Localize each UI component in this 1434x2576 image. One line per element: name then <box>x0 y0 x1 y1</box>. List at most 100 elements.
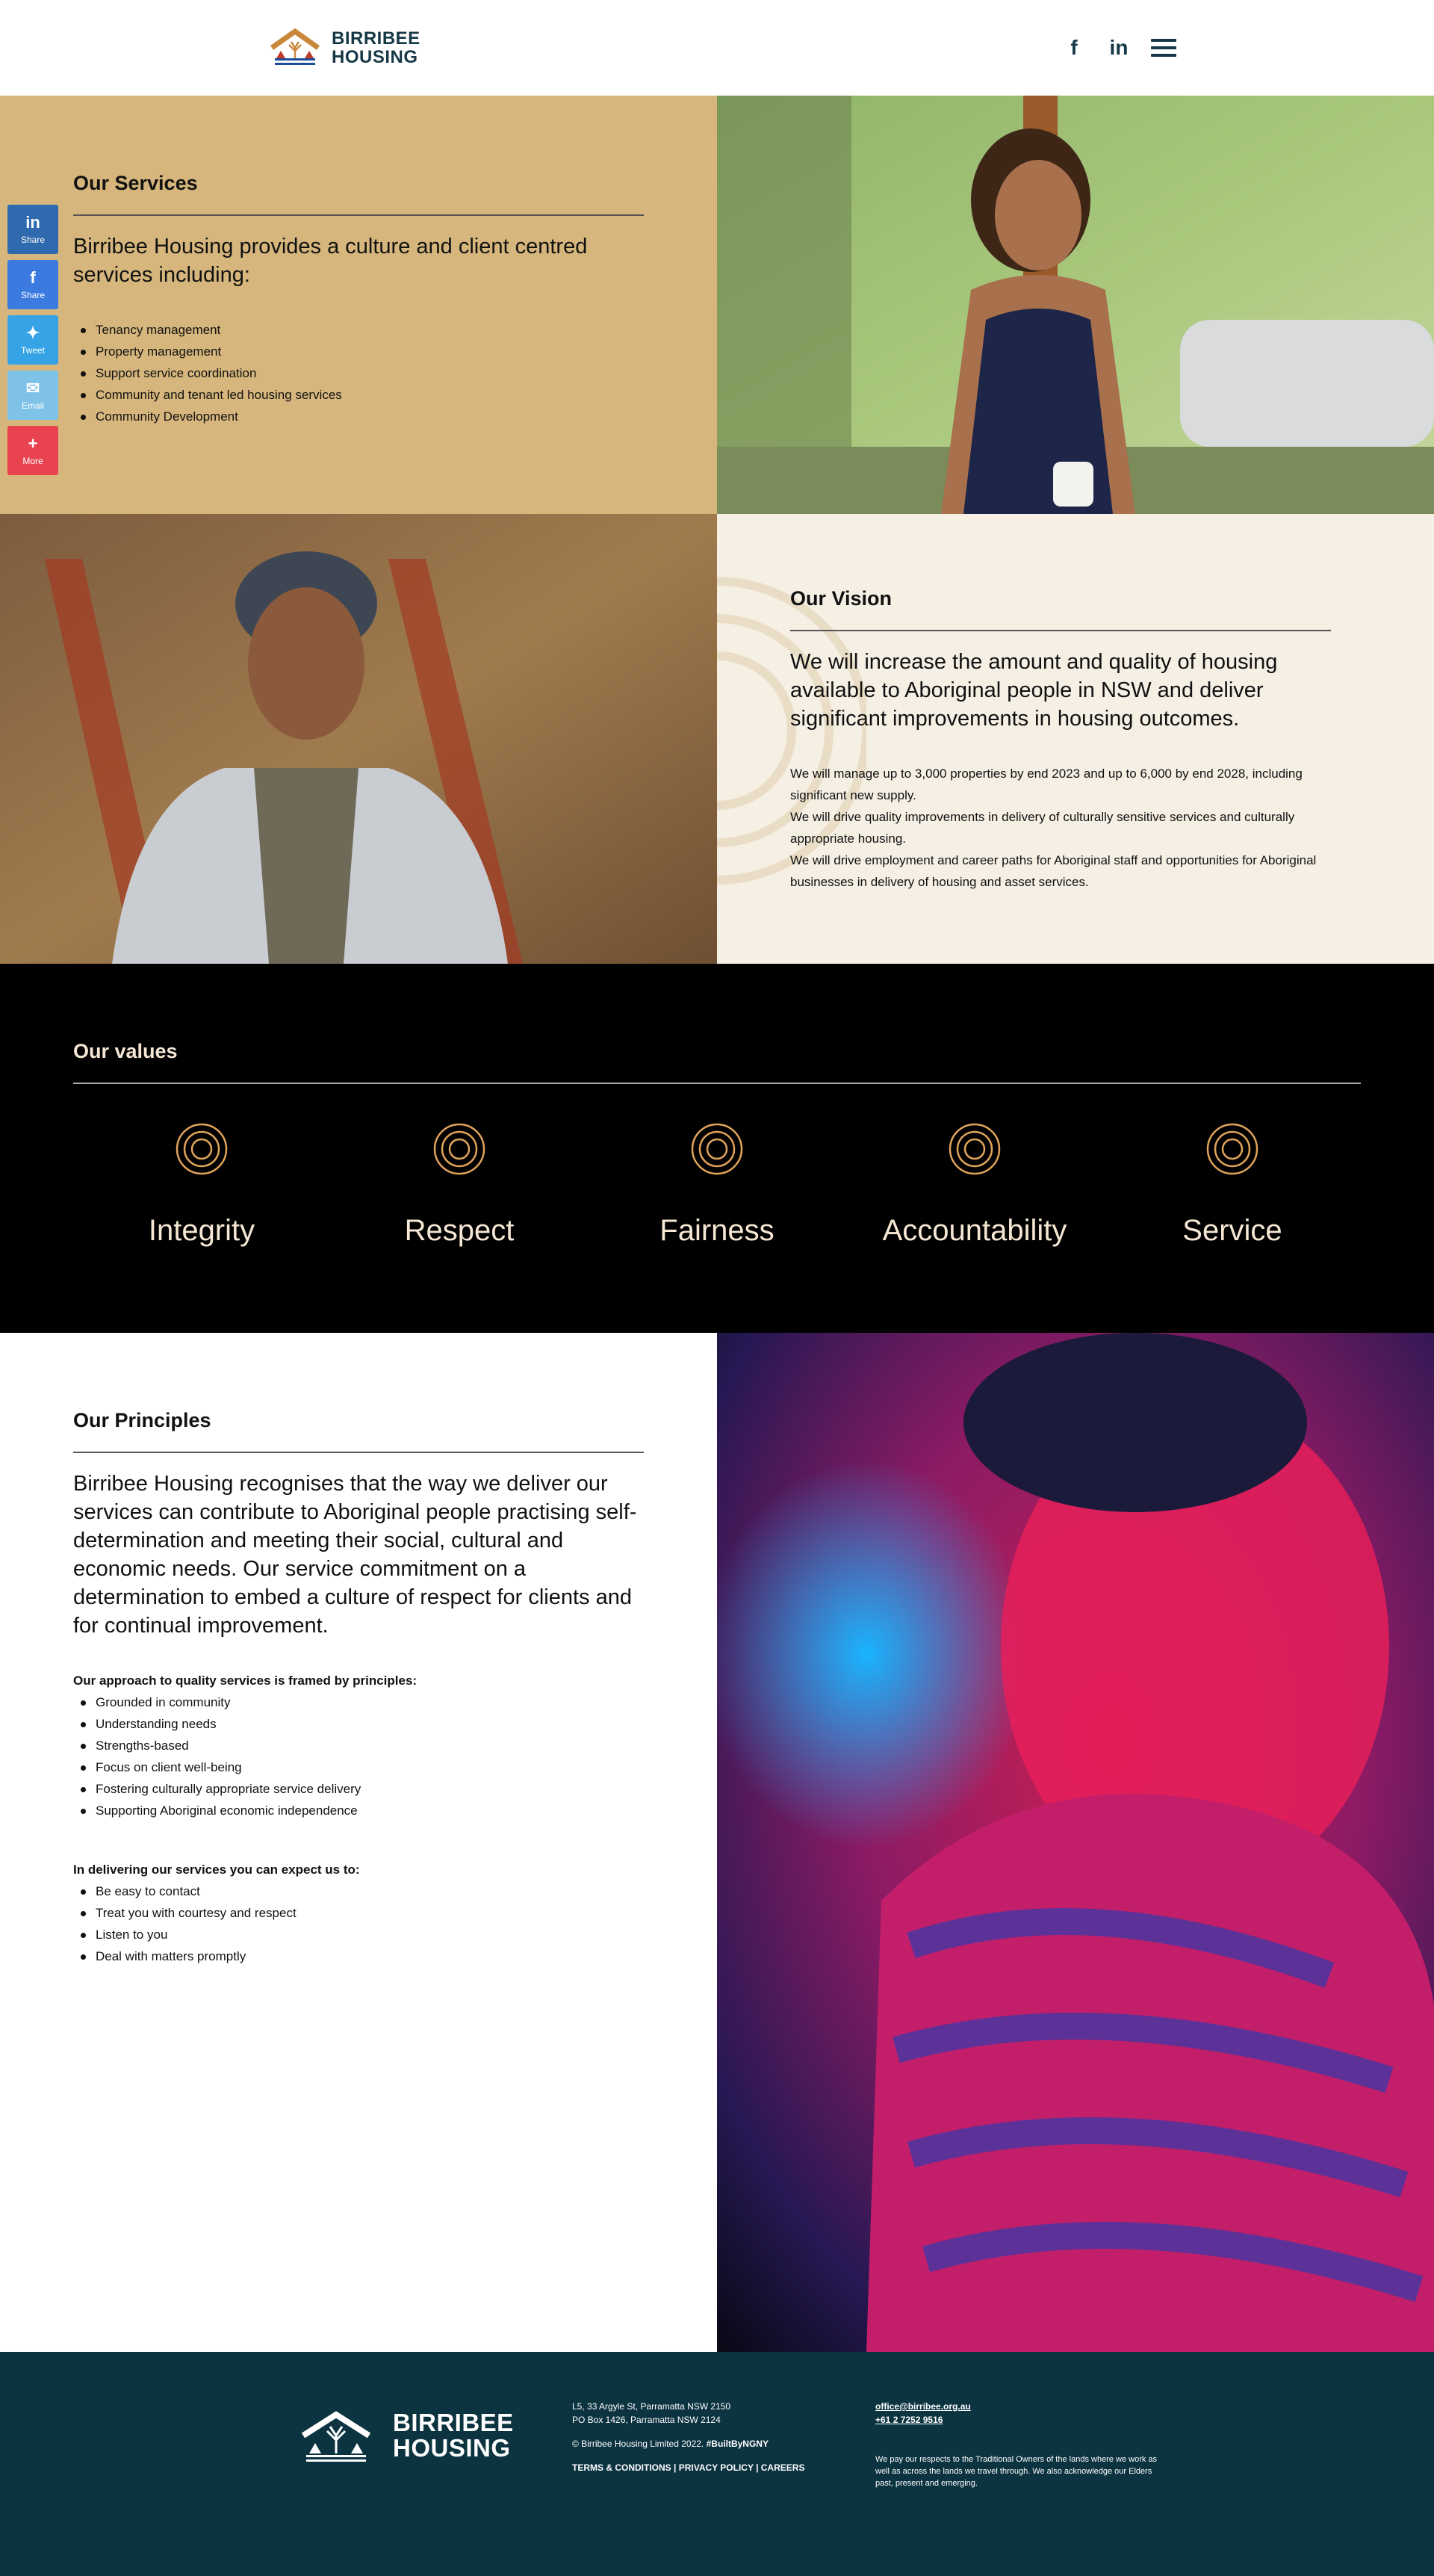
value-accountability: Accountability <box>846 1122 1103 1248</box>
value-fairness: Fairness <box>589 1122 845 1248</box>
concentric-circles-icon <box>176 1123 228 1175</box>
linkedin-share-button[interactable]: in Share <box>7 205 58 254</box>
principles-text-panel: Our Principles Birribee Housing recognis… <box>0 1333 717 2352</box>
expect-list: Be easy to contact Treat you with courte… <box>73 1880 644 1967</box>
list-item: Tenancy management <box>73 319 644 341</box>
facebook-glyph: f <box>1070 36 1078 59</box>
value-label: Integrity <box>148 1214 255 1247</box>
approach-heading: Our approach to quality services is fram… <box>73 1674 418 1688</box>
list-item: Supporting Aboriginal economic independe… <box>73 1800 644 1821</box>
footer-address-line-1: L5, 33 Argyle St, Parramatta NSW 2150 <box>572 2401 731 2412</box>
twitter-share-button[interactable]: ✦ Tweet <box>7 315 58 365</box>
list-item: Treat you with courtesy and respect <box>73 1902 644 1924</box>
footer-address-column: L5, 33 Argyle St, Parramatta NSW 2150 PO… <box>572 2400 804 2474</box>
services-lead: Birribee Housing provides a culture and … <box>73 235 588 287</box>
share-label: Share <box>20 290 46 300</box>
header-icons: f in <box>1046 33 1180 63</box>
values-section: Our values Integrity Respect Fairness Ac… <box>0 964 1434 1333</box>
value-label: Service <box>1182 1214 1282 1247</box>
value-label: Accountability <box>882 1214 1067 1247</box>
site-footer: BIRRIBEE HOUSING L5, 33 Argyle St, Parra… <box>0 2352 1434 2576</box>
footer-links: TERMS & CONDITIONS | PRIVACY POLICY | CA… <box>572 2462 805 2473</box>
email-share-button[interactable]: ✉ Email <box>7 371 58 420</box>
list-item: Strengths-based <box>73 1735 644 1756</box>
footer-copyright-line: © Birribee Housing Limited 2022. #BuiltB… <box>572 2437 804 2450</box>
list-item: Community Development <box>73 406 644 427</box>
site-header: BIRRIBEE HOUSING f in <box>0 0 1434 96</box>
linkedin-glyph: in <box>1109 36 1129 59</box>
terms-link[interactable]: TERMS & CONDITIONS <box>572 2462 671 2473</box>
list-item: Community and tenant led housing service… <box>73 384 644 406</box>
list-item: Focus on client well-being <box>73 1756 644 1778</box>
footer-brand-line-2: HOUSING <box>393 2434 511 2462</box>
share-label: Email <box>21 400 44 411</box>
facebook-icon: f <box>30 268 36 287</box>
plus-icon: + <box>28 434 38 453</box>
concentric-circles-icon <box>691 1123 743 1175</box>
footer-phone-link[interactable]: +61 2 7252 9516 <box>875 2413 1159 2427</box>
logo-mark-icon <box>270 28 320 65</box>
vision-title: Our Vision <box>790 587 1331 631</box>
footer-acknowledgement: We pay our respects to the Traditional O… <box>875 2455 1158 2488</box>
vision-text-panel: Our Vision We will increase the amount a… <box>717 514 1434 964</box>
expect-heading: In delivering our services you can expec… <box>73 1863 360 1877</box>
linkedin-icon[interactable]: in <box>1102 33 1135 63</box>
footer-contact-column: office@birribee.org.au +61 2 7252 9516 W… <box>875 2400 1159 2489</box>
woman-photo-image <box>717 96 1434 514</box>
value-service: Service <box>1104 1122 1361 1248</box>
man-photo-image <box>0 514 717 964</box>
concentric-circles-icon <box>1206 1123 1258 1175</box>
linkedin-icon: in <box>25 213 40 232</box>
value-respect: Respect <box>331 1122 588 1248</box>
services-list: Tenancy management Property management S… <box>73 319 644 427</box>
vision-detail-2: We will drive quality improvements in de… <box>790 810 1295 846</box>
logo-text: BIRRIBEE HOUSING <box>332 29 420 66</box>
value-integrity: Integrity <box>73 1122 330 1248</box>
services-photo-woman <box>717 96 1434 514</box>
principles-title: Our Principles <box>73 1409 644 1453</box>
privacy-link[interactable]: PRIVACY POLICY <box>679 2462 754 2473</box>
facebook-icon[interactable]: f <box>1058 33 1090 63</box>
share-label: Share <box>20 235 46 245</box>
social-share-bar: in Share f Share ✦ Tweet ✉ Email + More <box>7 205 58 481</box>
list-item: Support service coordination <box>73 362 644 384</box>
footer-copyright: © Birribee Housing Limited 2022. <box>572 2439 704 2449</box>
list-item: Grounded in community <box>73 1691 644 1713</box>
list-item: Fostering culturally appropriate service… <box>73 1778 644 1800</box>
concentric-circles-icon <box>433 1123 485 1175</box>
footer-brand-line-1: BIRRIBEE <box>393 2409 514 2436</box>
value-label: Fairness <box>659 1214 775 1247</box>
facebook-share-button[interactable]: f Share <box>7 260 58 309</box>
footer-logo-mark-icon <box>301 2411 371 2462</box>
list-item: Deal with matters promptly <box>73 1945 644 1967</box>
footer-email-link[interactable]: office@birribee.org.au <box>875 2400 1159 2413</box>
logo-link[interactable]: BIRRIBEE HOUSING <box>269 28 420 67</box>
careers-link[interactable]: CAREERS <box>761 2462 805 2473</box>
share-label: More <box>22 456 43 466</box>
vision-lead: We will increase the amount and quality … <box>790 650 1278 731</box>
vision-photo-man <box>0 514 717 964</box>
footer-logo-link[interactable]: BIRRIBEE HOUSING <box>299 2409 514 2462</box>
vision-detail-3: We will drive employment and career path… <box>790 853 1317 889</box>
list-item: Property management <box>73 341 644 362</box>
footer-hashtag: #BuiltByNGNY <box>706 2439 769 2449</box>
principles-section: Our Principles Birribee Housing recognis… <box>0 1333 1434 2352</box>
list-item: Be easy to contact <box>73 1880 644 1902</box>
footer-logo-text: BIRRIBEE HOUSING <box>393 2410 514 2461</box>
services-text-panel: Our Services Birribee Housing provides a… <box>0 96 717 514</box>
brand-line-1: BIRRIBEE <box>332 28 420 49</box>
services-title: Our Services <box>73 172 644 216</box>
more-share-button[interactable]: + More <box>7 426 58 475</box>
vision-detail-1: We will manage up to 3,000 properties by… <box>790 767 1303 802</box>
approach-list: Grounded in community Understanding need… <box>73 1691 644 1821</box>
principles-lead: Birribee Housing recognises that the way… <box>73 1472 637 1638</box>
footer-address-line-2: PO Box 1426, Parramatta NSW 2124 <box>572 2415 721 2425</box>
brand-line-2: HOUSING <box>332 47 418 67</box>
share-label: Tweet <box>20 345 45 356</box>
list-item: Listen to you <box>73 1924 644 1945</box>
child-photo-image <box>717 1333 1434 2352</box>
services-section: Our Services Birribee Housing provides a… <box>0 96 1434 514</box>
principles-photo-child <box>717 1333 1434 2352</box>
hamburger-menu-icon[interactable] <box>1147 33 1180 63</box>
values-title: Our values <box>73 1040 1361 1084</box>
